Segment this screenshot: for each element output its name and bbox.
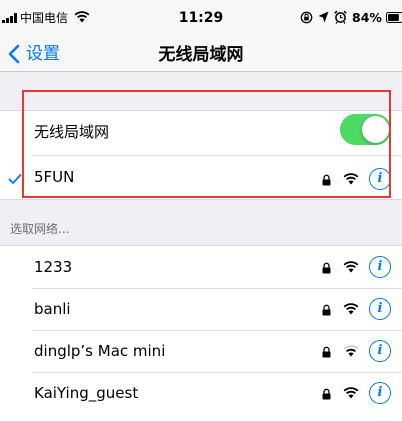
wifi-toggle-row: 无线局域网 bbox=[0, 111, 402, 155]
lock-icon bbox=[322, 388, 331, 400]
navigation-bar: 设置 无线局域网 bbox=[0, 38, 402, 72]
network-name: dinglp’s Mac mini bbox=[34, 342, 166, 360]
network-info-button[interactable]: i bbox=[369, 382, 391, 404]
network-row[interactable]: 1233 i bbox=[0, 246, 402, 288]
lock-icon bbox=[322, 346, 331, 358]
wifi-toggle-label: 无线局域网 bbox=[34, 123, 110, 141]
network-name: 1233 bbox=[34, 258, 73, 276]
network-name: KaiYing_guest bbox=[34, 384, 139, 402]
checkmark-icon bbox=[8, 174, 22, 184]
network-row[interactable]: banli i bbox=[0, 289, 402, 330]
lock-icon bbox=[322, 174, 331, 186]
location-icon bbox=[318, 11, 329, 23]
wifi-signal-icon bbox=[343, 173, 359, 185]
network-row[interactable]: KaiYing_guest i bbox=[0, 373, 402, 414]
connected-network-row[interactable]: 5FUN i bbox=[0, 156, 402, 200]
toggle-knob bbox=[362, 116, 389, 143]
section-header: 选取网络... bbox=[10, 222, 70, 236]
available-networks-list: 1233 i banli i dinglp’s Mac mini i KaiYi… bbox=[0, 245, 402, 421]
network-row[interactable]: dinglp’s Mac mini i bbox=[0, 331, 402, 372]
connected-network-name: 5FUN bbox=[34, 168, 75, 186]
lock-icon bbox=[322, 262, 331, 274]
network-info-button[interactable]: i bbox=[369, 256, 391, 278]
lock-icon bbox=[322, 304, 331, 316]
wifi-signal-icon bbox=[343, 387, 359, 399]
alarm-icon bbox=[334, 10, 347, 24]
status-bar: 中国电信 11:29 84% bbox=[0, 0, 402, 38]
network-info-button[interactable]: i bbox=[369, 340, 391, 362]
battery-percentage: 84% bbox=[352, 10, 382, 25]
battery-icon bbox=[386, 12, 402, 23]
network-name: banli bbox=[34, 300, 71, 318]
network-info-button[interactable]: i bbox=[369, 298, 391, 320]
wifi-weak-signal-icon bbox=[343, 345, 359, 357]
network-info-button[interactable]: i bbox=[369, 168, 391, 190]
wifi-settings-group: 无线局域网 5FUN i bbox=[0, 110, 402, 200]
wifi-signal-icon bbox=[343, 261, 359, 273]
wifi-signal-icon bbox=[343, 303, 359, 315]
wifi-toggle-switch[interactable] bbox=[340, 114, 391, 145]
page-title: 无线局域网 bbox=[158, 45, 244, 65]
rotation-lock-icon bbox=[300, 11, 313, 24]
